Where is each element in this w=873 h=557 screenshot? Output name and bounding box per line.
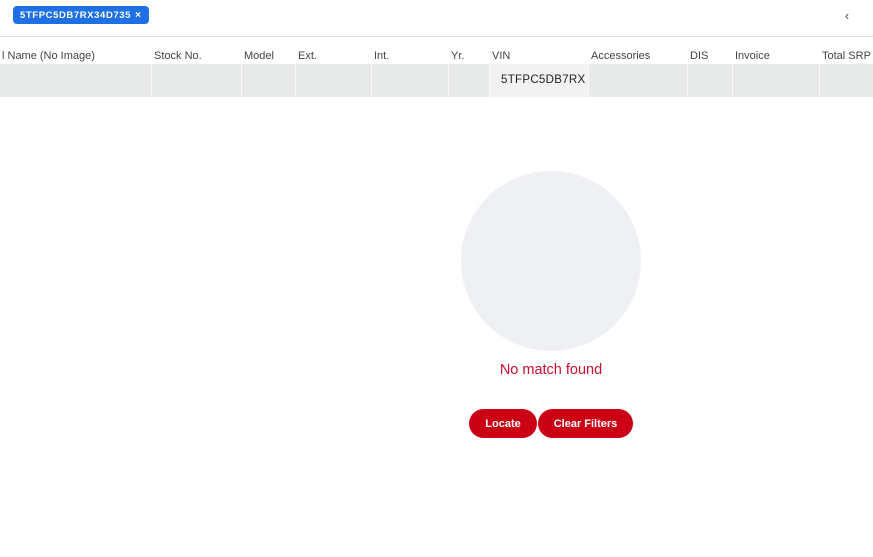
table-row[interactable]: 5TFPC5DB7RX [0,64,873,97]
table-cell-accessories [589,64,688,97]
inventory-table: l Name (No Image) Stock No. Model Ext. I… [0,45,873,97]
column-header-accessories[interactable]: Accessories [589,45,688,64]
table-cell-dis [688,64,733,97]
column-header-int[interactable]: Int. [372,45,449,64]
no-match-message: No match found [499,362,603,378]
table-cell-yr [449,64,490,97]
table-cell-vin: 5TFPC5DB7RX [490,64,589,97]
filter-chip-label: 5TFPC5DB7RX34D735 [20,9,132,21]
chevron-left-icon[interactable]: ‹ [838,6,856,24]
empty-state-illustration [461,171,641,351]
clear-filters-button[interactable]: Clear Filters [538,409,633,438]
table-cell-name [0,64,152,97]
table-cell-invoice [733,64,820,97]
top-filter-bar: 5TFPC5DB7RX34D735 × ‹ [0,0,873,37]
locate-button[interactable]: Locate [469,409,537,438]
column-header-stock-no[interactable]: Stock No. [152,45,242,64]
table-cell-stock-no [152,64,242,97]
column-header-dis[interactable]: DIS [688,45,733,64]
table-header-row: l Name (No Image) Stock No. Model Ext. I… [0,45,873,64]
filter-chip[interactable]: 5TFPC5DB7RX34D735 × [13,6,149,24]
column-header-yr[interactable]: Yr. [449,45,490,64]
column-header-ext[interactable]: Ext. [296,45,372,64]
column-header-model[interactable]: Model [242,45,296,64]
table-cell-total-srp [820,64,873,97]
column-header-total-srp[interactable]: Total SRP [820,45,873,64]
column-header-vin[interactable]: VIN [490,45,589,64]
column-header-invoice[interactable]: Invoice [733,45,820,64]
column-header-name[interactable]: l Name (No Image) [0,45,152,64]
table-cell-ext [296,64,372,97]
table-cell-model [242,64,296,97]
close-icon[interactable]: × [135,10,141,21]
table-cell-int [372,64,449,97]
